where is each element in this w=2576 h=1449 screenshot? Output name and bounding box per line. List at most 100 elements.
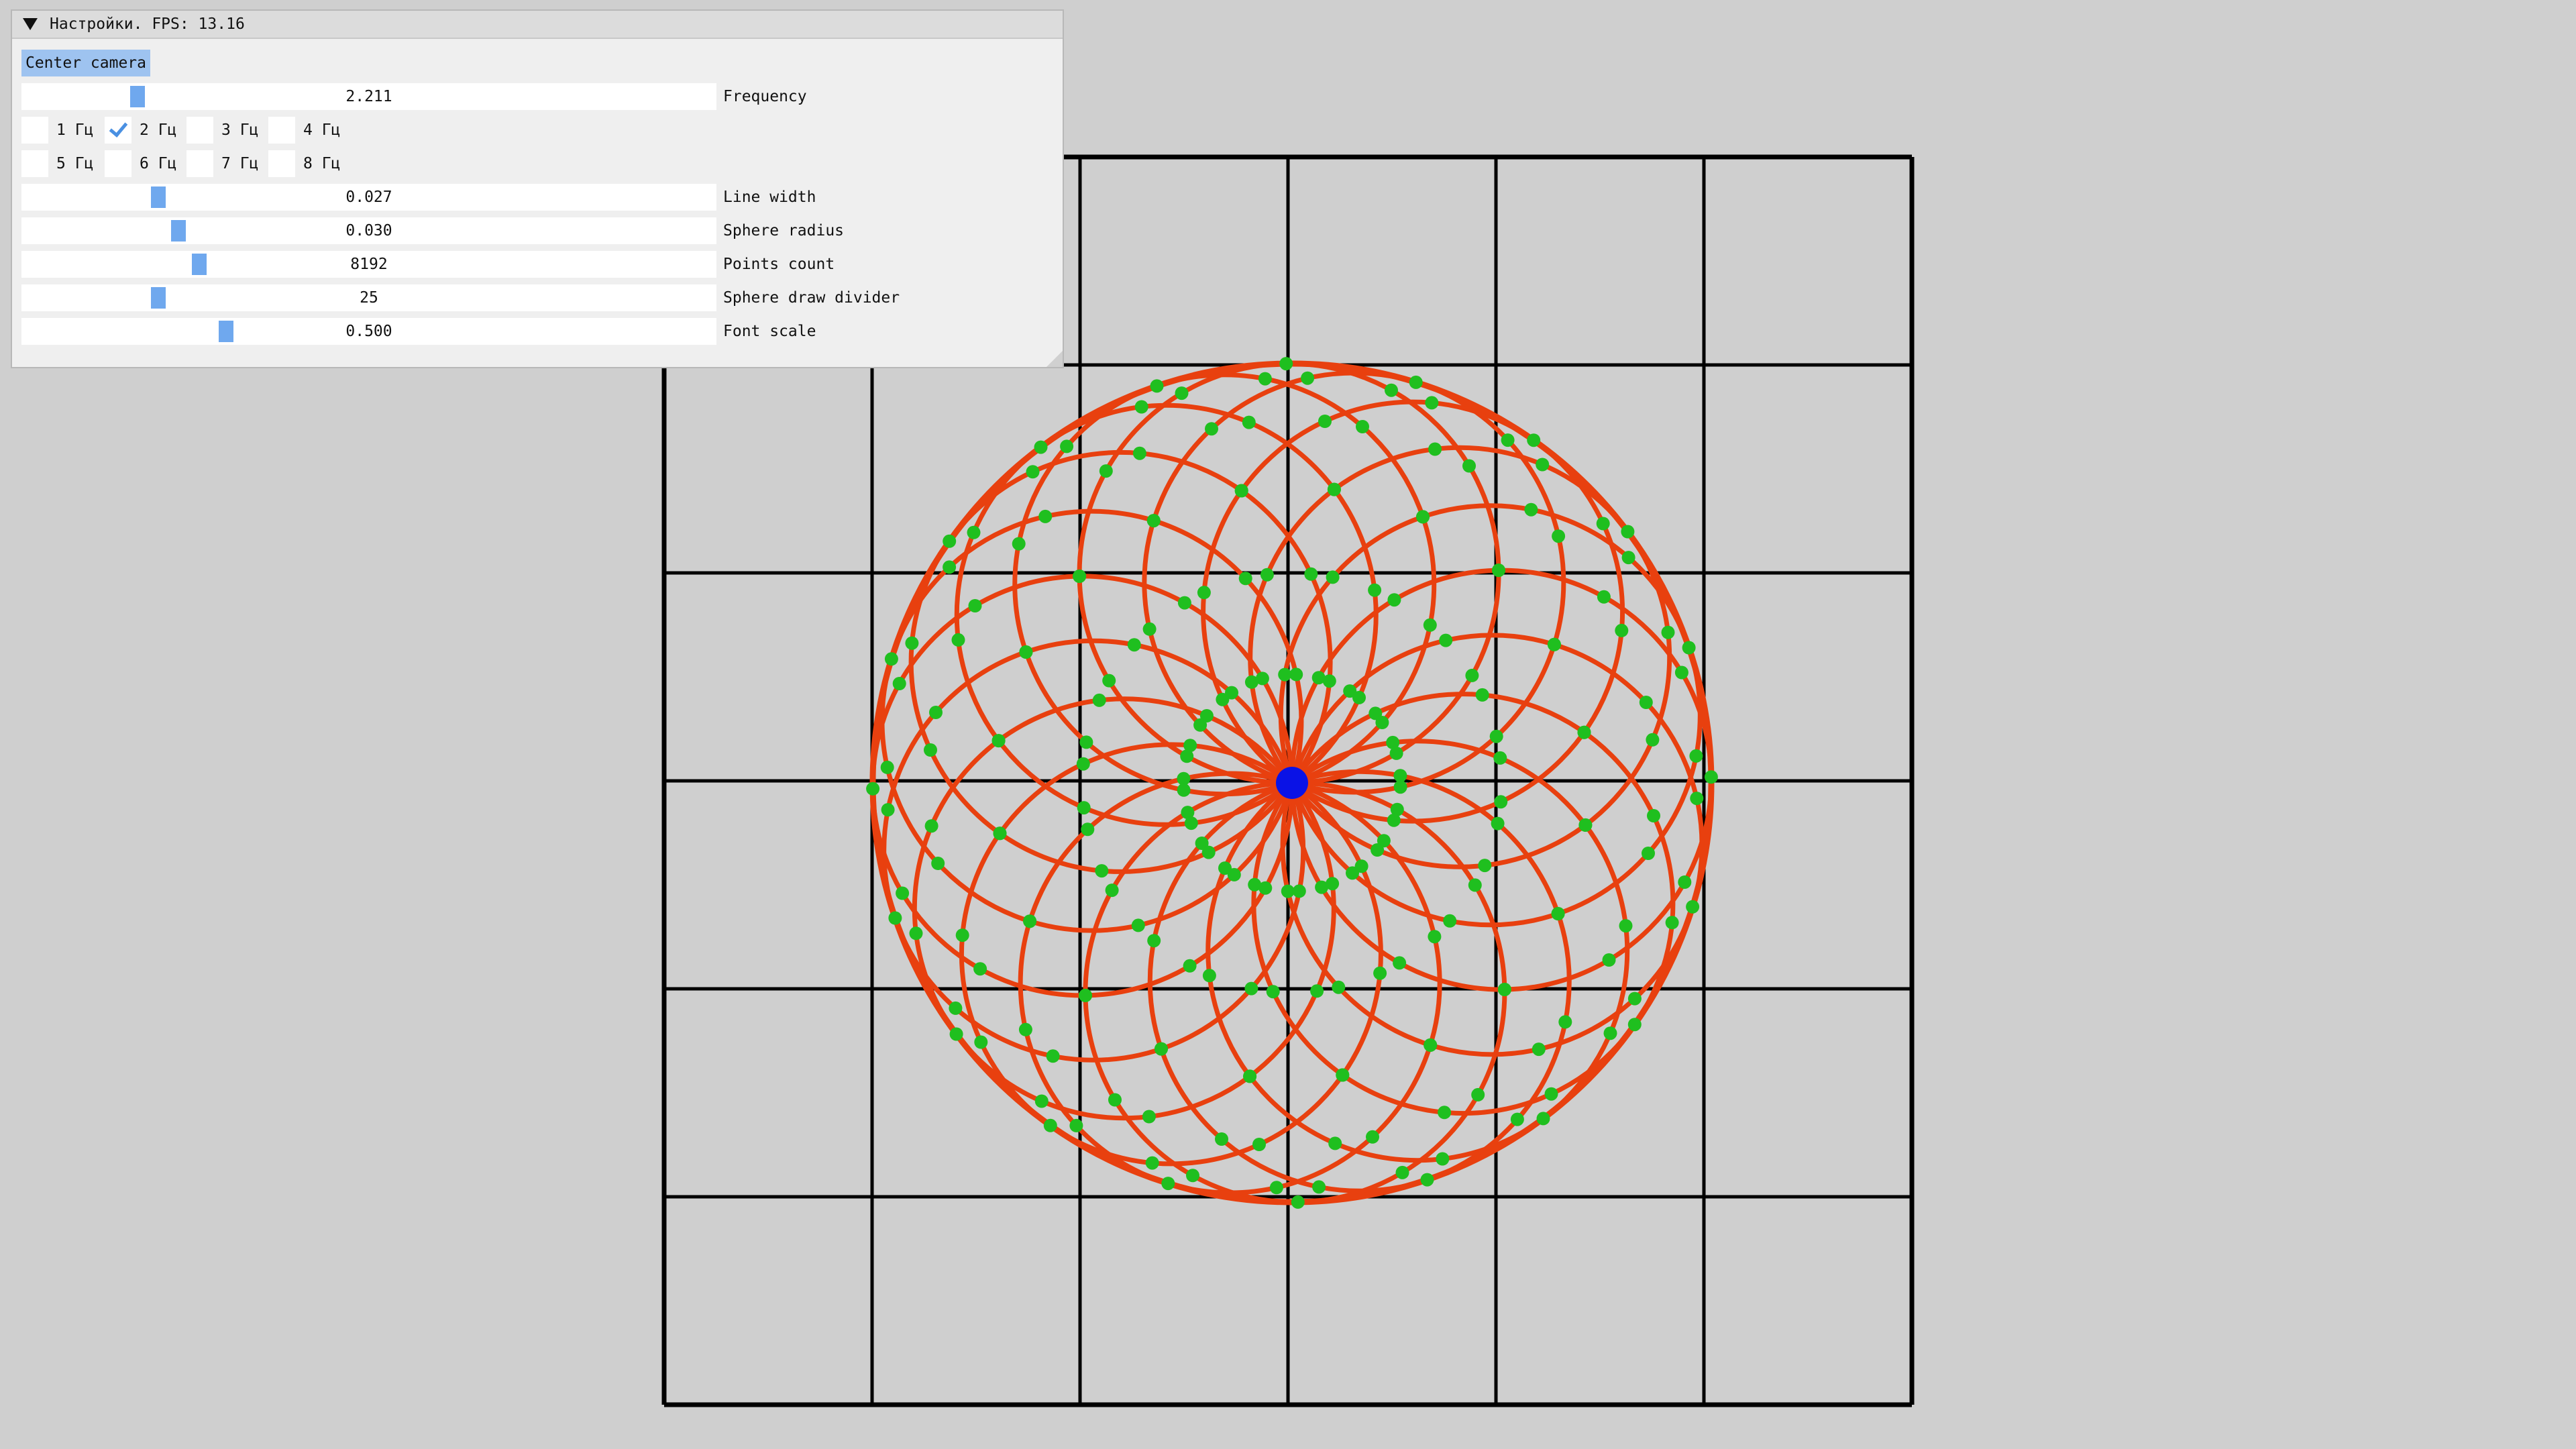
sample-point <box>1532 1042 1546 1057</box>
sample-point <box>1690 792 1704 806</box>
checkbox-label: 6 Гц <box>140 155 177 172</box>
freq-option-2hz[interactable]: 2 Гц <box>105 117 176 144</box>
sample-point <box>1150 379 1164 393</box>
sample-point <box>881 803 895 817</box>
sample-point <box>943 560 957 574</box>
sample-point <box>943 534 957 548</box>
settings-window-titlebar[interactable]: Настройки. FPS: 13.16 <box>12 11 1063 39</box>
checkbox[interactable] <box>105 150 131 177</box>
sample-point <box>892 677 906 690</box>
line-width-slider[interactable]: 0.027 <box>21 184 716 211</box>
points-count-slider[interactable]: 8192 <box>21 251 716 278</box>
sample-point <box>1621 551 1635 565</box>
freq-option-7hz[interactable]: 7 Гц <box>186 150 258 177</box>
resize-grip-icon[interactable] <box>1046 351 1063 367</box>
sample-point <box>1603 1026 1617 1040</box>
sample-point <box>1346 866 1359 880</box>
settings-window[interactable]: Настройки. FPS: 13.16 Center camera 2.21… <box>11 9 1064 368</box>
sample-point <box>1497 983 1511 996</box>
sample-point <box>1105 883 1119 898</box>
sample-point <box>993 826 1007 841</box>
sample-point <box>1510 1112 1524 1126</box>
sample-point <box>1012 537 1026 551</box>
sample-point <box>880 760 894 774</box>
sample-point <box>974 1035 988 1049</box>
sample-point <box>1060 439 1074 453</box>
checkbox[interactable] <box>186 117 213 144</box>
rosette-loop <box>912 696 1336 1121</box>
checkbox[interactable] <box>21 150 48 177</box>
sample-point <box>949 1001 963 1015</box>
sample-point <box>1647 809 1660 822</box>
sample-point <box>1665 916 1679 930</box>
sample-point <box>1108 1093 1122 1107</box>
collapse-triangle-icon[interactable] <box>23 18 38 30</box>
freq-option-4hz[interactable]: 4 Гц <box>268 117 340 144</box>
sample-point <box>1646 733 1660 747</box>
sample-point <box>1393 780 1407 794</box>
checkbox[interactable] <box>186 150 213 177</box>
checkbox[interactable] <box>268 150 295 177</box>
sample-point <box>1186 1169 1199 1183</box>
sample-point <box>1387 813 1401 827</box>
checkbox-label: 3 Гц <box>221 121 259 139</box>
sample-point <box>1465 668 1479 682</box>
sample-point <box>1079 988 1092 1002</box>
sample-point <box>1145 1156 1159 1170</box>
sample-point <box>1682 641 1696 655</box>
sample-point <box>1301 371 1315 385</box>
line-width-label: Line width <box>723 189 816 206</box>
sample-point <box>1468 878 1482 892</box>
sample-point <box>1018 1022 1032 1036</box>
sample-point <box>1266 985 1280 999</box>
sample-point <box>1366 1130 1379 1144</box>
sample-point <box>1492 564 1505 578</box>
freq-option-3hz[interactable]: 3 Гц <box>186 117 258 144</box>
sample-point <box>991 734 1006 748</box>
font-scale-slider[interactable]: 0.500 <box>21 318 716 345</box>
sample-point <box>1081 822 1095 837</box>
sample-point <box>1704 770 1718 784</box>
freq-option-5hz[interactable]: 5 Гц <box>21 150 93 177</box>
sample-point <box>1373 966 1387 980</box>
checkbox[interactable] <box>268 117 295 144</box>
sample-point <box>1424 1038 1438 1052</box>
sample-point <box>1134 400 1148 414</box>
sphere-radius-slider[interactable]: 0.030 <box>21 217 716 244</box>
window-title: Настройки. FPS: 13.16 <box>50 15 245 33</box>
sample-point <box>1536 458 1550 472</box>
checkbox-label: 4 Гц <box>303 121 341 139</box>
sphere-draw-divider-slider[interactable]: 25 <box>21 284 716 311</box>
sample-point <box>1389 746 1403 760</box>
freq-option-6hz[interactable]: 6 Гц <box>105 150 176 177</box>
checkbox-label: 8 Гц <box>303 155 341 172</box>
sample-point <box>1238 572 1252 586</box>
sample-point <box>1034 1094 1049 1108</box>
checkbox-checked[interactable] <box>105 117 131 144</box>
sample-point <box>1132 446 1146 460</box>
freq-option-1hz[interactable]: 1 Гц <box>21 117 93 144</box>
sample-point <box>1674 665 1688 680</box>
sample-point <box>1639 696 1653 709</box>
sample-point <box>1312 1180 1326 1194</box>
frequency-slider[interactable]: 2.211 <box>21 83 716 110</box>
sample-point <box>1215 1132 1228 1146</box>
sample-point <box>1073 570 1087 583</box>
center-camera-button[interactable]: Center camera <box>21 50 150 76</box>
sample-point <box>1428 442 1442 456</box>
sample-point <box>1242 415 1256 429</box>
sample-point <box>1216 692 1230 706</box>
sample-point <box>929 706 943 719</box>
sample-point <box>1102 674 1116 688</box>
sample-point <box>931 857 945 870</box>
sample-point <box>1627 991 1642 1006</box>
sample-point <box>951 633 965 647</box>
checkbox[interactable] <box>21 117 48 144</box>
sample-point <box>1425 396 1439 410</box>
frequency-label: Frequency <box>723 88 807 105</box>
sample-point <box>1536 1112 1550 1126</box>
sample-point <box>909 926 923 941</box>
freq-option-8hz[interactable]: 8 Гц <box>268 150 340 177</box>
slider-value: 25 <box>360 289 378 307</box>
sample-point <box>1177 783 1191 797</box>
